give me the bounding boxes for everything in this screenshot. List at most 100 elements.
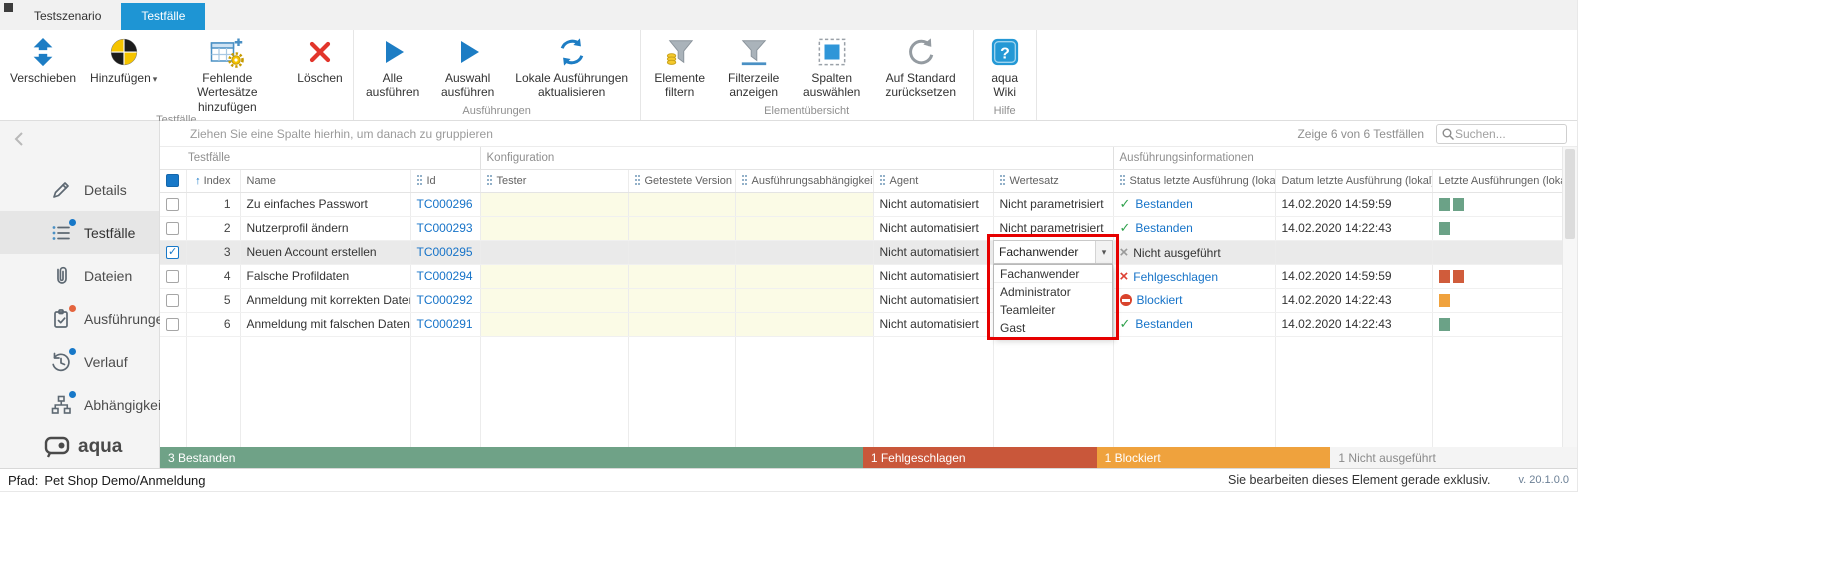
version-cell[interactable]	[628, 240, 735, 264]
id-cell[interactable]: TC000294	[410, 264, 480, 288]
tester-cell[interactable]	[480, 288, 628, 312]
id-cell[interactable]: TC000293	[410, 216, 480, 240]
table-row[interactable]: 6 Anmeldung mit falschen Daten TC000291 …	[160, 312, 1563, 336]
column-header-name[interactable]: Name	[240, 169, 410, 192]
loeschen-button[interactable]: Löschen	[290, 30, 349, 85]
dependency-cell[interactable]	[735, 312, 873, 336]
name-cell[interactable]: Anmeldung mit falschen Daten	[240, 312, 410, 336]
hinzufuegen-button[interactable]: Hinzufügen▾	[83, 30, 164, 85]
table-row[interactable]: 1 Zu einfaches Passwort TC000296 Nicht a…	[160, 192, 1563, 216]
search-box[interactable]	[1436, 124, 1567, 144]
checkbox-cell[interactable]	[160, 312, 186, 336]
row-checkbox[interactable]	[166, 222, 179, 235]
version-cell[interactable]	[628, 264, 735, 288]
name-cell[interactable]: Falsche Profildaten	[240, 264, 410, 288]
elemente-filtern-button[interactable]: Elemente filtern	[644, 30, 716, 100]
testcase-id-link[interactable]: TC000296	[417, 197, 473, 211]
row-checkbox[interactable]	[166, 318, 179, 331]
tab-testszenario[interactable]: Testszenario	[14, 3, 121, 30]
sidebar-item-verlauf[interactable]: Verlauf	[0, 340, 159, 383]
date-cell[interactable]: 14.02.2020 14:59:59	[1275, 264, 1432, 288]
sidebar-item-testfaelle[interactable]: Testfälle	[0, 211, 159, 254]
tester-cell[interactable]	[480, 264, 628, 288]
sidebar-item-abhaengigkeiten[interactable]: Abhängigkeiten	[0, 383, 159, 426]
status-cell[interactable]: ✓Bestanden	[1113, 192, 1275, 216]
fehlende-wertesaetze-button[interactable]: Fehlende Wertesätze hinzufügen	[164, 30, 290, 114]
date-cell[interactable]: 14.02.2020 14:22:43	[1275, 288, 1432, 312]
agent-cell[interactable]: Nicht automatisiert	[873, 216, 993, 240]
id-cell[interactable]: TC000291	[410, 312, 480, 336]
index-cell[interactable]: 3	[186, 240, 240, 264]
sidebar-collapse-button[interactable]	[14, 131, 28, 152]
dropdown-option[interactable]: Fachanwender	[994, 265, 1112, 283]
spalten-auswaehlen-button[interactable]: Spalten auswählen	[792, 30, 872, 100]
index-cell[interactable]: 1	[186, 192, 240, 216]
sidebar-item-dateien[interactable]: Dateien	[0, 254, 159, 297]
checkbox-cell[interactable]	[160, 240, 186, 264]
row-checkbox[interactable]	[166, 198, 179, 211]
checkbox-cell[interactable]	[160, 216, 186, 240]
dependency-cell[interactable]	[735, 240, 873, 264]
wertesatz-cell[interactable]: Nicht parametrisiert	[993, 192, 1113, 216]
filterzeile-anzeigen-button[interactable]: Filterzeile anzeigen	[716, 30, 792, 100]
column-header-index[interactable]: ↑Index	[186, 169, 240, 192]
verschieben-button[interactable]: Verschieben	[3, 30, 83, 85]
date-cell[interactable]: 14.02.2020 14:59:59	[1275, 192, 1432, 216]
agent-cell[interactable]: Nicht automatisiert	[873, 240, 993, 264]
checkbox-cell[interactable]	[160, 264, 186, 288]
status-cell[interactable]: ✓Bestanden	[1113, 216, 1275, 240]
tester-cell[interactable]	[480, 192, 628, 216]
tester-cell[interactable]	[480, 216, 628, 240]
date-cell[interactable]: 14.02.2020 14:22:43	[1275, 216, 1432, 240]
column-header-tester[interactable]: Tester	[480, 169, 628, 192]
version-cell[interactable]	[628, 192, 735, 216]
testcase-id-link[interactable]: TC000295	[417, 245, 473, 259]
id-cell[interactable]: TC000296	[410, 192, 480, 216]
wertesatz-combobox[interactable]: Fachanwender ▾	[993, 240, 1113, 264]
select-all-header[interactable]	[160, 169, 186, 192]
table-row[interactable]: 2 Nutzerprofil ändern TC000293 Nicht aut…	[160, 216, 1563, 240]
row-checkbox[interactable]	[166, 294, 179, 307]
column-header-wertesatz[interactable]: Wertesatz	[993, 169, 1113, 192]
auf-standard-zuruecksetzen-button[interactable]: Auf Standard zurücksetzen	[872, 30, 970, 100]
agent-cell[interactable]: Nicht automatisiert	[873, 312, 993, 336]
vertical-scrollbar[interactable]	[1562, 147, 1577, 447]
name-cell[interactable]: Zu einfaches Passwort	[240, 192, 410, 216]
sidebar-item-details[interactable]: Details	[0, 168, 159, 211]
row-checkbox[interactable]	[166, 246, 179, 259]
agent-cell[interactable]: Nicht automatisiert	[873, 264, 993, 288]
dropdown-option[interactable]: Gast	[994, 319, 1112, 337]
id-cell[interactable]: TC000292	[410, 288, 480, 312]
date-cell[interactable]	[1275, 240, 1432, 264]
status-cell[interactable]: ×Nicht ausgeführt	[1113, 240, 1275, 264]
chevron-down-icon[interactable]: ▾	[1095, 241, 1112, 263]
dependency-cell[interactable]	[735, 192, 873, 216]
column-header-id[interactable]: Id	[410, 169, 480, 192]
dependency-cell[interactable]	[735, 216, 873, 240]
table-row[interactable]: 5 Anmeldung mit korrekten Daten TC000292…	[160, 288, 1563, 312]
dropdown-option[interactable]: Administrator	[994, 283, 1112, 301]
id-cell[interactable]: TC000295	[410, 240, 480, 264]
column-header-ausfuehrungsabhaengigkeit[interactable]: Ausführungsabhängigkeit?	[735, 169, 873, 192]
alle-ausfuehren-button[interactable]: Alle ausführen	[357, 30, 429, 100]
name-cell[interactable]: Nutzerprofil ändern	[240, 216, 410, 240]
column-header-getestete-version[interactable]: Getestete Version	[628, 169, 735, 192]
auswahl-ausfuehren-button[interactable]: Auswahl ausführen	[429, 30, 507, 100]
testcase-id-link[interactable]: TC000291	[417, 317, 473, 331]
table-row[interactable]: 4 Falsche Profildaten TC000294 Nicht aut…	[160, 264, 1563, 288]
testcase-id-link[interactable]: TC000294	[417, 269, 473, 283]
select-all-checkbox[interactable]	[166, 174, 179, 187]
column-header-letzte-ausfuehrungen[interactable]: Letzte Ausführungen (lokal)	[1432, 169, 1563, 192]
aqua-wiki-button[interactable]: ? aqua Wiki	[977, 30, 1033, 100]
index-cell[interactable]: 4	[186, 264, 240, 288]
version-cell[interactable]	[628, 216, 735, 240]
tester-cell[interactable]	[480, 240, 628, 264]
row-checkbox[interactable]	[166, 270, 179, 283]
version-cell[interactable]	[628, 288, 735, 312]
version-cell[interactable]	[628, 312, 735, 336]
wertesatz-cell[interactable]: Nicht parametrisiert	[993, 216, 1113, 240]
sidebar-item-ausfuehrungen[interactable]: Ausführungen	[0, 297, 159, 340]
name-cell[interactable]: Anmeldung mit korrekten Daten	[240, 288, 410, 312]
testcase-id-link[interactable]: TC000293	[417, 221, 473, 235]
dependency-cell[interactable]	[735, 288, 873, 312]
